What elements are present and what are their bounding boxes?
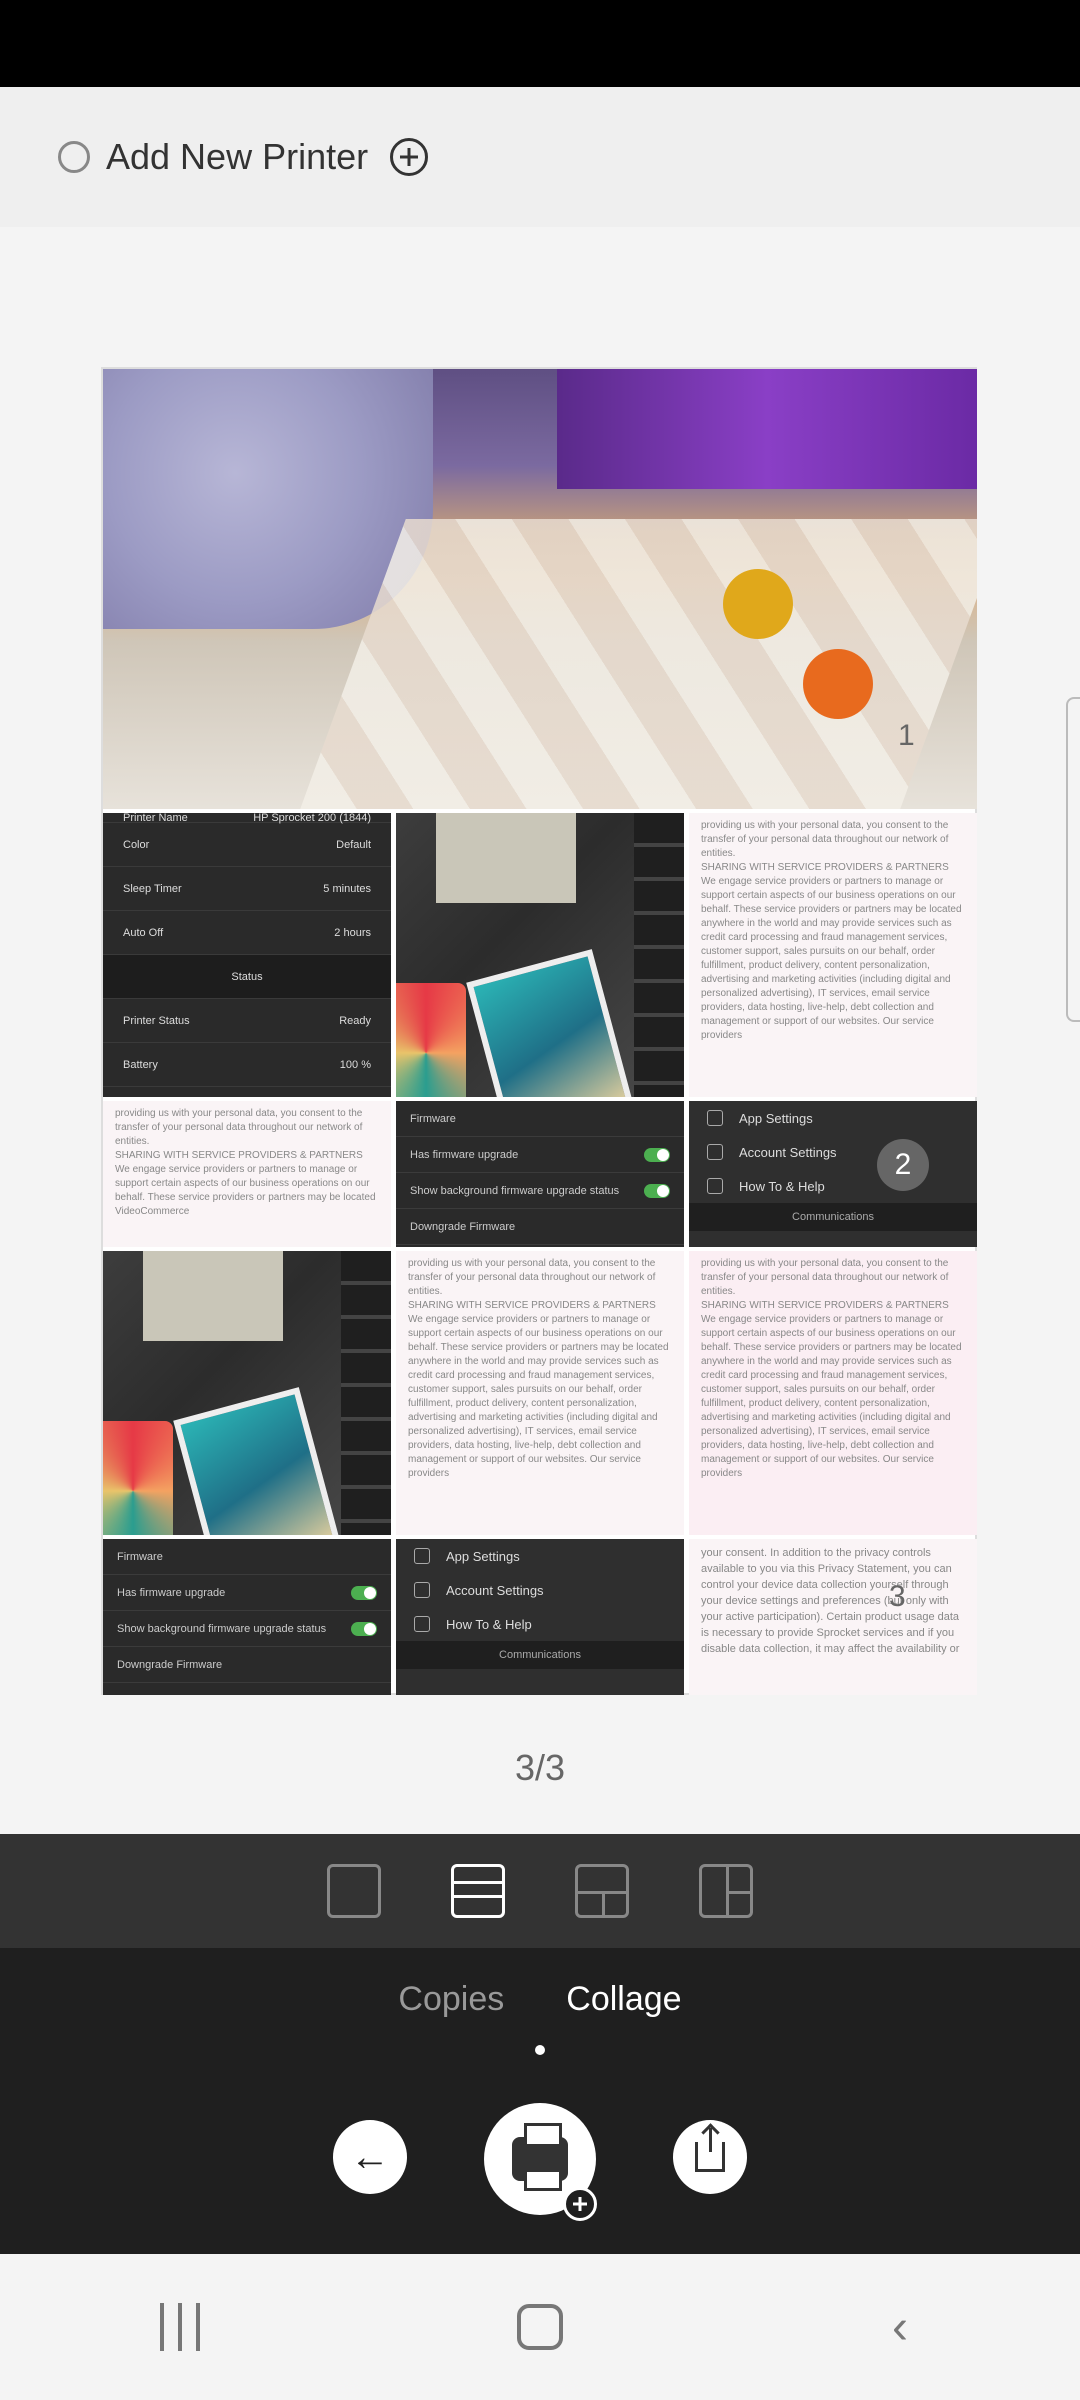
layout-selector: [0, 1834, 1080, 1948]
consent-text-tile: your consent. In addition to the privacy…: [689, 1539, 977, 1695]
toggle-icon: [351, 1621, 377, 1636]
device-photo-tile: [396, 813, 684, 1097]
menu-item: App Settings: [689, 1101, 977, 1135]
menu-item: How To & Help: [689, 1169, 977, 1203]
photo-print: [466, 949, 636, 1097]
photo-keyboard: [634, 813, 684, 1097]
help-icon: [414, 1616, 430, 1632]
menu-footer: Communications: [396, 1641, 684, 1669]
device-photo-tile: [103, 1251, 391, 1535]
privacy-text-tile-short: providing us with your personal data, yo…: [103, 1101, 391, 1247]
firmware-row: Downgrade Firmware: [396, 1209, 684, 1245]
settings-icon: [707, 1110, 723, 1126]
collage-photo-top: 1: [103, 369, 977, 809]
account-icon: [707, 1144, 723, 1160]
collage-preview[interactable]: 1 Printer Name HP Sprocket 200 (1844) Col…: [101, 367, 977, 1695]
firmware-row: Show background firmware upgrade status: [396, 1173, 684, 1209]
recent-apps-icon: [156, 2303, 204, 2351]
add-printer-label[interactable]: Add New Printer: [106, 136, 368, 178]
status-bar: [0, 0, 1080, 87]
privacy-text-tile: providing us with your personal data, yo…: [396, 1251, 684, 1535]
grid-layout-icon[interactable]: [575, 1864, 629, 1918]
settings-row: Printer Status Ready: [103, 999, 391, 1043]
photo-cards: [300, 519, 977, 809]
toggle-icon: [351, 1585, 377, 1600]
arrow-left-icon: ←: [350, 2134, 390, 2179]
menu-item: Account Settings: [689, 1135, 977, 1169]
mode-panel: Copies Collage ←: [0, 1948, 1080, 2254]
firmware-row: Downgrade Firmware: [103, 1647, 391, 1683]
menu-tile: App Settings Account Settings How To & H…: [396, 1539, 684, 1695]
settings-row: Printer Name HP Sprocket 200 (1844): [103, 813, 391, 824]
share-button[interactable]: [673, 2120, 747, 2194]
settings-row: Sleep Timer 5 minutes: [103, 867, 391, 911]
firmware-header: Firmware: [103, 1539, 391, 1575]
settings-screenshot-tile: Printer Name HP Sprocket 200 (1844) Color…: [103, 813, 391, 1097]
home-icon: [517, 2304, 563, 2350]
page-indicator: 3/3: [514, 1747, 566, 1788]
active-tab-indicator: [535, 2045, 545, 2055]
printer-radio[interactable]: [58, 141, 90, 173]
photo-paper: [436, 813, 576, 903]
split-layout-icon[interactable]: [699, 1864, 753, 1918]
menu-tile: App Settings Account Settings How To & H…: [689, 1101, 977, 1247]
single-layout-icon[interactable]: [327, 1864, 381, 1918]
top-bar: Add New Printer: [0, 87, 1080, 227]
firmware-row: Has firmware upgrade: [103, 1575, 391, 1611]
account-icon: [414, 1582, 430, 1598]
chevron-left-icon: ‹: [892, 2300, 908, 2354]
toggle-icon: [644, 1147, 670, 1162]
menu-item: How To & Help: [396, 1607, 684, 1641]
tab-copies[interactable]: Copies: [398, 1980, 504, 2019]
photo-coin: [723, 569, 793, 639]
photo-orange: [803, 649, 873, 719]
side-drawer-handle[interactable]: [1066, 697, 1080, 1022]
photo-phone: [396, 983, 466, 1097]
help-icon: [707, 1178, 723, 1194]
add-to-queue-plus-icon[interactable]: [563, 2187, 597, 2221]
system-nav-bar: ‹: [0, 2254, 1080, 2400]
photo-chairs: [557, 369, 977, 489]
add-printer-plus-icon[interactable]: [390, 138, 429, 176]
settings-icon: [414, 1548, 430, 1564]
menu-item: Account Settings: [396, 1573, 684, 1607]
photo-phone: [103, 1421, 173, 1535]
firmware-row: Show background firmware upgrade status: [103, 1611, 391, 1647]
page-marker-3: 3: [889, 1580, 906, 1613]
firmware-tile: Firmware Has firmware upgrade Show backg…: [103, 1539, 391, 1695]
photo-keyboard: [341, 1251, 391, 1535]
tab-collage[interactable]: Collage: [566, 1980, 681, 2019]
photo-print: [173, 1387, 343, 1535]
firmware-header: Firmware: [396, 1101, 684, 1137]
printer-icon: [512, 2123, 568, 2191]
back-nav-button[interactable]: ‹: [870, 2297, 930, 2357]
menu-item: App Settings: [396, 1539, 684, 1573]
page-marker-2: 2: [877, 1139, 929, 1191]
firmware-row: Has firmware upgrade: [396, 1137, 684, 1173]
back-button[interactable]: ←: [333, 2120, 407, 2194]
privacy-text-tile: providing us with your personal data, yo…: [689, 813, 977, 1097]
settings-row: Auto Off 2 hours: [103, 911, 391, 955]
preview-canvas: 1 Printer Name HP Sprocket 200 (1844) Col…: [0, 227, 1080, 1834]
toggle-icon: [644, 1183, 670, 1198]
firmware-tile: Firmware Has firmware upgrade Show backg…: [396, 1101, 684, 1247]
menu-footer: Communications: [689, 1203, 977, 1231]
recent-apps-button[interactable]: [150, 2297, 210, 2357]
privacy-text-tile: providing us with your personal data, yo…: [689, 1251, 977, 1535]
settings-status-header: Status: [103, 955, 391, 999]
settings-row: Color Default: [103, 823, 391, 867]
photo-paper: [143, 1251, 283, 1341]
home-button[interactable]: [510, 2297, 570, 2357]
settings-row: Battery 100 %: [103, 1043, 391, 1087]
share-icon: [695, 2128, 725, 2172]
page-marker-1: 1: [898, 719, 915, 752]
two-row-layout-icon[interactable]: [451, 1864, 505, 1918]
mode-tabs: Copies Collage: [0, 1980, 1080, 2019]
